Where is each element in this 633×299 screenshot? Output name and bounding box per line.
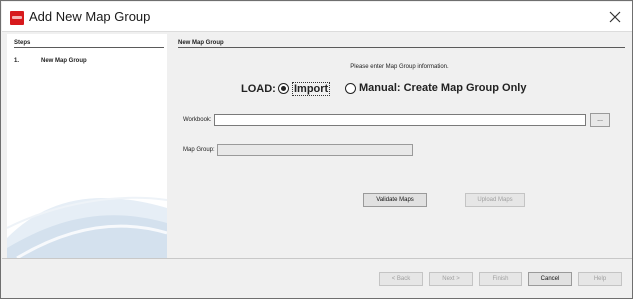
manual-radio-label[interactable]: Manual: Create Map Group Only <box>359 82 526 94</box>
map-group-field[interactable] <box>217 144 413 156</box>
steps-panel: Steps 1. New Map Group <box>7 34 167 258</box>
validate-maps-button[interactable]: Validate Maps <box>363 193 427 207</box>
step-label-new-map-group: New Map Group <box>41 58 87 64</box>
content-panel: New Map Group Please enter Map Group inf… <box>169 34 630 258</box>
step-number: 1. <box>14 58 20 64</box>
manual-radio[interactable] <box>345 83 356 94</box>
instructions-text: Please enter Map Group information. <box>350 64 449 70</box>
load-label: LOAD: <box>241 83 276 95</box>
window-title: Add New Map Group <box>29 9 151 24</box>
close-icon <box>609 11 621 23</box>
add-map-group-dialog: Add New Map Group Steps 1. New Map Group… <box>0 0 633 299</box>
steps-divider <box>14 47 164 48</box>
browse-button[interactable]: ... <box>590 113 610 127</box>
finish-button[interactable]: Finish <box>479 272 522 286</box>
app-logo-icon <box>10 11 24 25</box>
help-button[interactable]: Help <box>578 272 622 286</box>
map-group-label: Map Group: <box>183 147 215 153</box>
import-radio[interactable] <box>278 83 289 94</box>
title-bar: Add New Map Group <box>2 2 632 32</box>
section-title: New Map Group <box>178 40 224 46</box>
upload-maps-button[interactable]: Upload Maps <box>465 193 525 207</box>
cancel-button[interactable]: Cancel <box>528 272 572 286</box>
close-button[interactable] <box>604 6 626 28</box>
steps-header: Steps <box>14 40 31 46</box>
workbook-field[interactable] <box>214 114 586 126</box>
back-button[interactable]: < Back <box>379 272 423 286</box>
swoosh-graphic <box>7 196 167 258</box>
footer-divider <box>2 258 632 259</box>
workbook-label: Workbook: <box>183 117 212 123</box>
next-button[interactable]: Next > <box>429 272 473 286</box>
import-radio-label[interactable]: Import <box>292 82 331 96</box>
section-divider <box>178 47 625 48</box>
